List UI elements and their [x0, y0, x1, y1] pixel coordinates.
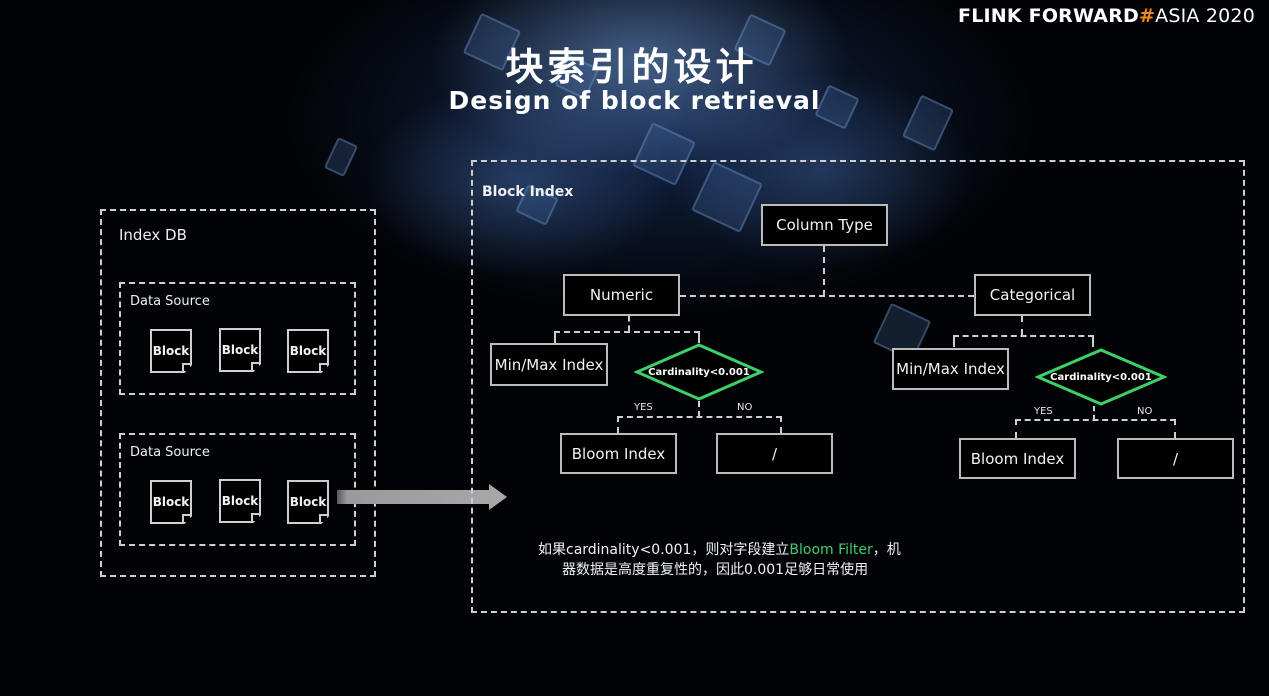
connector: [698, 401, 700, 417]
no-label: NO: [1137, 406, 1153, 417]
numeric-minmax-index-node: Min/Max Index: [490, 343, 608, 386]
note-line-2: 器数据是高度重复性的，因此0.001足够日常使用: [562, 562, 869, 578]
connector: [1015, 419, 1176, 421]
data-source-label: Data Source: [130, 294, 210, 309]
connector: [617, 416, 782, 418]
connector: [780, 416, 782, 433]
block-file: Block: [219, 479, 261, 523]
decorative-cube: [323, 136, 359, 178]
decision-text: Cardinality<0.001: [648, 366, 750, 378]
categorical-node: Categorical: [974, 274, 1091, 316]
connector: [617, 416, 619, 433]
logo-text-main: FLINK FORWARD: [958, 5, 1140, 27]
slide-title-cn: 块索引的设计: [0, 36, 1269, 91]
slide-title-en: Design of block retrieval: [448, 86, 821, 115]
connector: [698, 331, 700, 343]
yes-label: YES: [1034, 406, 1053, 417]
block-file: Block: [219, 328, 261, 372]
numeric-bloom-index-node: Bloom Index: [560, 433, 677, 474]
numeric-cardinality-decision: Cardinality<0.001: [634, 343, 764, 401]
connector: [1092, 335, 1094, 347]
note-line-1: 如果cardinality<0.001，则对字段建立Bloom Filter，机: [538, 540, 901, 560]
connector: [953, 335, 955, 347]
logo-text-sub: ASIA 2020: [1155, 5, 1255, 27]
bloom-filter-highlight: Bloom Filter: [789, 542, 873, 558]
categorical-cardinality-decision: Cardinality<0.001: [1035, 348, 1167, 406]
yes-label: YES: [634, 402, 653, 413]
block-index-label: Block Index: [482, 184, 574, 200]
block-file: Block: [287, 329, 329, 373]
categorical-bloom-index-node: Bloom Index: [959, 438, 1076, 479]
event-logo: FLINK FORWARD#ASIA 2020: [958, 5, 1255, 27]
categorical-no-index-node: /: [1117, 438, 1234, 479]
logo-hash: #: [1139, 5, 1156, 27]
numeric-no-index-node: /: [716, 433, 833, 474]
no-label: NO: [737, 402, 753, 413]
connector: [1093, 406, 1095, 420]
connector: [1015, 419, 1017, 438]
connector: [628, 316, 630, 331]
numeric-node: Numeric: [563, 274, 680, 316]
data-source-label: Data Source: [130, 445, 210, 460]
note-text: ，机: [872, 542, 901, 558]
decision-text: Cardinality<0.001: [1050, 371, 1152, 383]
connector: [953, 335, 1094, 337]
index-db-label: Index DB: [119, 226, 187, 244]
connector: [1021, 316, 1023, 335]
block-file: Block: [287, 480, 329, 524]
categorical-minmax-index-node: Min/Max Index: [892, 348, 1009, 390]
connector: [554, 331, 700, 333]
connector: [554, 331, 556, 343]
title-cn-text: 块索引的设计: [505, 45, 758, 89]
column-type-node: Column Type: [761, 204, 888, 246]
note-text: 如果cardinality<0.001，则对字段建立: [538, 542, 790, 558]
explanation-note: 如果cardinality<0.001，则对字段建立Bloom Filter，机…: [538, 540, 901, 580]
connector: [1174, 419, 1176, 438]
connector: [680, 295, 974, 297]
block-file: Block: [150, 329, 192, 373]
connector: [823, 246, 825, 296]
block-file: Block: [150, 480, 192, 524]
